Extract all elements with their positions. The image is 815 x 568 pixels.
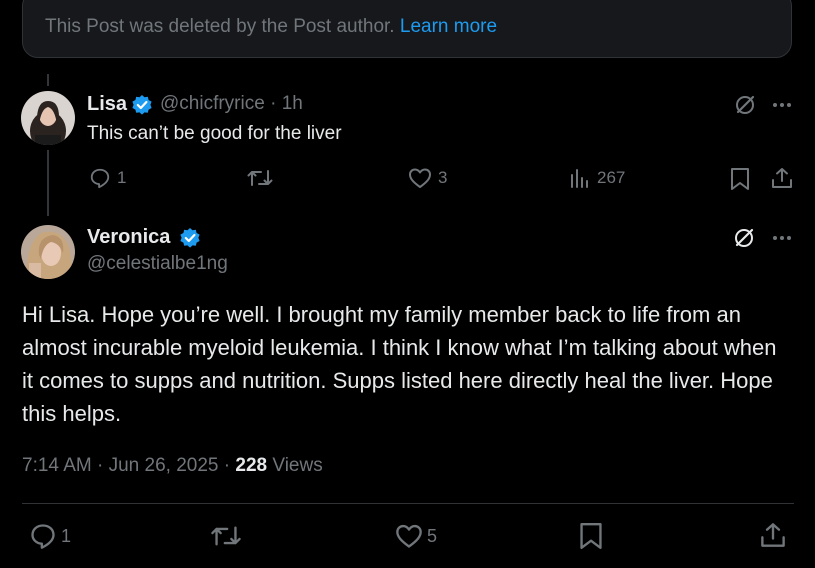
retweet-button[interactable] [210, 523, 242, 549]
grok-icon[interactable] [733, 93, 757, 117]
deleted-notice-text: This Post was deleted by the Post author… [45, 16, 497, 38]
post-handle[interactable]: @celestialbe1ng [87, 253, 228, 275]
post-timestamp: 7:14 AM · Jun 26, 2025 · 228 Views [22, 455, 323, 477]
avatar[interactable] [21, 225, 75, 279]
reply-icon [31, 524, 55, 549]
retweet-icon [211, 526, 241, 546]
share-icon[interactable] [771, 167, 793, 189]
like-count: 3 [438, 168, 448, 187]
like-count: 5 [427, 525, 438, 546]
reply-handle[interactable]: @chicfryrice [160, 93, 265, 114]
reply-text: This can’t be good for the liver [87, 123, 342, 144]
avatar[interactable] [21, 91, 75, 145]
reply-count: 1 [61, 525, 72, 546]
retweet-icon [247, 170, 273, 186]
reply-icon [90, 168, 110, 189]
reply-button[interactable]: 1 [29, 522, 71, 550]
deleted-notice-label: This Post was deleted by the Post author… [45, 16, 395, 37]
bookmark-icon[interactable] [578, 521, 604, 551]
post-date[interactable]: Jun 26, 2025 [109, 455, 219, 476]
share-icon[interactable] [760, 522, 786, 548]
like-button[interactable]: 3 [408, 167, 447, 189]
timestamp-dot: · [223, 455, 231, 476]
post-views-count: 228 [235, 455, 268, 476]
verified-badge-icon [180, 228, 200, 248]
views-icon [571, 169, 588, 188]
heart-icon [396, 524, 422, 548]
like-button[interactable]: 5 [395, 522, 437, 550]
post-views-label: Views [272, 455, 323, 476]
thread-line [47, 150, 49, 216]
post-time[interactable]: 7:14 AM [22, 455, 92, 476]
more-icon[interactable] [771, 227, 793, 249]
retweet-button[interactable] [247, 167, 273, 189]
grok-icon[interactable] [732, 226, 756, 250]
post-author-name[interactable]: Veronica [87, 226, 170, 249]
views-count: 267 [597, 168, 626, 187]
thread-line-top [47, 74, 49, 86]
reply-button[interactable]: 1 [89, 167, 126, 189]
views-button[interactable]: 267 [569, 167, 625, 189]
more-icon[interactable] [771, 94, 793, 116]
divider [22, 503, 794, 504]
reply-meta: @chicfryrice · 1h [160, 93, 303, 115]
reply-time[interactable]: 1h [282, 93, 303, 114]
timestamp-dot: · [97, 455, 104, 476]
deleted-post-notice: This Post was deleted by the Post author… [22, 0, 792, 58]
reply-author-name[interactable]: Lisa [87, 93, 127, 116]
meta-separator: · [270, 93, 277, 114]
learn-more-link[interactable]: Learn more [400, 16, 497, 37]
reply-count: 1 [117, 168, 127, 187]
post-text: Hi Lisa. Hope you’re well. I brought my … [22, 302, 777, 426]
heart-icon [409, 168, 431, 188]
bookmark-icon[interactable] [729, 167, 751, 191]
verified-badge-icon [132, 95, 152, 115]
